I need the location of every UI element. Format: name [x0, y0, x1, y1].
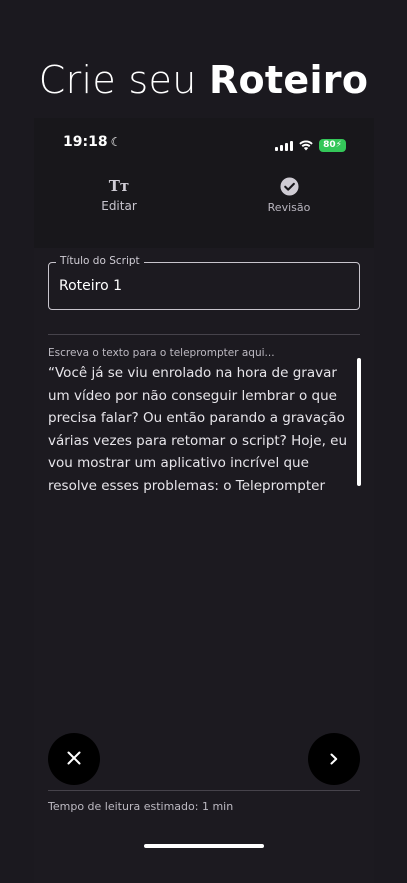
text-format-icon: Tт [108, 177, 130, 195]
home-indicator[interactable] [144, 844, 264, 848]
script-title-value[interactable]: Roteiro 1 [59, 278, 122, 294]
cellular-signal-icon [275, 140, 294, 151]
tab-editar-label: Editar [101, 199, 137, 213]
close-icon [67, 750, 81, 769]
battery-level: 80 [323, 140, 336, 150]
app-screen: Crie seu Roteiro 19:18 ☾ 80⚡ Tт Editar R… [0, 0, 407, 883]
close-button[interactable] [48, 733, 100, 785]
tab-revisao[interactable]: Revisão [229, 176, 349, 214]
script-placeholder: Escreva o texto para o teleprompter aqui… [48, 347, 275, 359]
script-title-legend: Título do Script [56, 255, 144, 267]
reading-time-text: Tempo de leitura estimado: 1 min [48, 800, 234, 813]
top-bar: 19:18 ☾ 80⚡ Tт Editar Revisão [34, 118, 374, 248]
chevron-right-icon [329, 750, 339, 769]
check-circle-icon [229, 176, 349, 196]
battery-icon: 80⚡ [319, 139, 346, 152]
status-time: 19:18 ☾ [63, 134, 121, 150]
divider [48, 334, 360, 335]
promo-headline: Crie seu Roteiro [0, 58, 407, 102]
headline-light: Crie seu [38, 58, 209, 102]
wifi-icon [299, 136, 313, 155]
status-icons: 80⚡ [275, 136, 346, 155]
divider [48, 790, 360, 791]
phone-screen: 19:18 ☾ 80⚡ Tт Editar Revisão Título do … [34, 118, 374, 883]
headline-bold: Roteiro [208, 58, 369, 102]
tab-editar[interactable]: Tт Editar [59, 176, 179, 213]
next-button[interactable] [308, 733, 360, 785]
tab-revisao-label: Revisão [267, 201, 311, 214]
script-title-field[interactable]: Título do Script Roteiro 1 [48, 255, 360, 310]
status-time-text: 19:18 [63, 134, 108, 150]
script-textarea[interactable]: “Você já se viu enrolado na hora de grav… [48, 362, 358, 497]
scrollbar[interactable] [357, 358, 361, 486]
moon-icon: ☾ [110, 135, 122, 149]
